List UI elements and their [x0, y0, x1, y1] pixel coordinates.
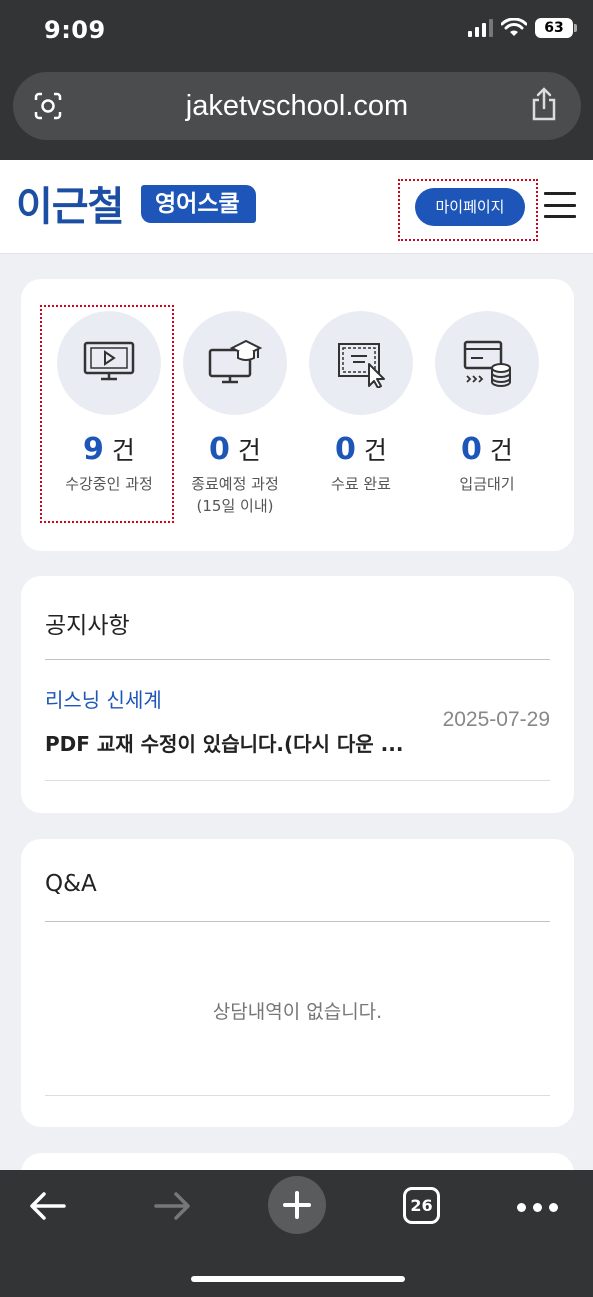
stat-unit: 건 [489, 436, 513, 465]
qa-heading: Q&A [45, 871, 97, 897]
back-arrow-icon[interactable] [28, 1190, 68, 1222]
notice-category[interactable]: 리스닝 신세계 [45, 684, 162, 713]
certificate-cursor-icon [338, 343, 385, 388]
stat-completed[interactable]: 0 건 수료 완료 [298, 311, 424, 495]
stat-unit: 건 [237, 436, 261, 465]
url-text[interactable]: jaketvschool.com [13, 90, 581, 123]
monitor-graduation-icon [208, 339, 263, 384]
card-coins-icon [463, 340, 511, 387]
divider [45, 659, 550, 660]
browser-top-bar: 9:09 63 jaketvschool.com [0, 0, 593, 160]
battery-icon: 63 [535, 18, 577, 38]
wifi-icon [501, 18, 527, 36]
stat-count: 0 [461, 432, 482, 467]
forward-arrow-icon[interactable] [152, 1190, 192, 1222]
mypage-button[interactable]: 마이페이지 [415, 188, 525, 226]
notice-title[interactable]: PDF 교재 수정이 있습니다.(다시 다운 ... [45, 728, 405, 757]
status-time: 9:09 [44, 16, 106, 44]
qa-card: Q&A 상담내역이 없습니다. [21, 839, 574, 1127]
stat-count: 0 [209, 432, 230, 467]
notice-heading: 공지사항 [45, 613, 130, 639]
stat-unit: 건 [363, 436, 387, 465]
stat-label: 수료 완료 [331, 475, 391, 493]
tab-switcher-button[interactable]: 26 [403, 1187, 440, 1224]
divider [45, 780, 550, 781]
stat-label: 종료예정 과정 [191, 475, 279, 493]
stat-payment-pending[interactable]: 0 건 입금대기 [424, 311, 550, 495]
divider [45, 921, 550, 922]
address-bar[interactable]: jaketvschool.com [13, 72, 581, 140]
qa-empty-message: 상담내역이 없습니다. [212, 1001, 383, 1023]
new-tab-plus-icon[interactable] [268, 1176, 326, 1234]
share-icon[interactable] [529, 86, 559, 122]
notice-card: 공지사항 리스닝 신세계 PDF 교재 수정이 있습니다.(다시 다운 ... … [21, 576, 574, 813]
hamburger-menu-icon[interactable] [544, 192, 576, 218]
divider [45, 1095, 550, 1096]
stat-ending-soon[interactable]: 0 건 종료예정 과정 (15일 이내) [172, 311, 298, 517]
stat-count: 0 [335, 432, 356, 467]
stat-sublabel: (15일 이내) [196, 497, 274, 515]
logo-badge[interactable]: 영어스쿨 [141, 185, 256, 223]
stat-label: 입금대기 [459, 475, 515, 493]
logo-name[interactable]: 이근철 [16, 174, 124, 232]
more-menu-icon[interactable] [517, 1203, 558, 1212]
home-indicator[interactable] [191, 1276, 405, 1282]
status-icons: 63 [468, 18, 577, 38]
notice-date: 2025-07-29 [442, 708, 550, 731]
stat-in-progress-highlight [40, 305, 174, 523]
signal-icon [468, 19, 493, 37]
